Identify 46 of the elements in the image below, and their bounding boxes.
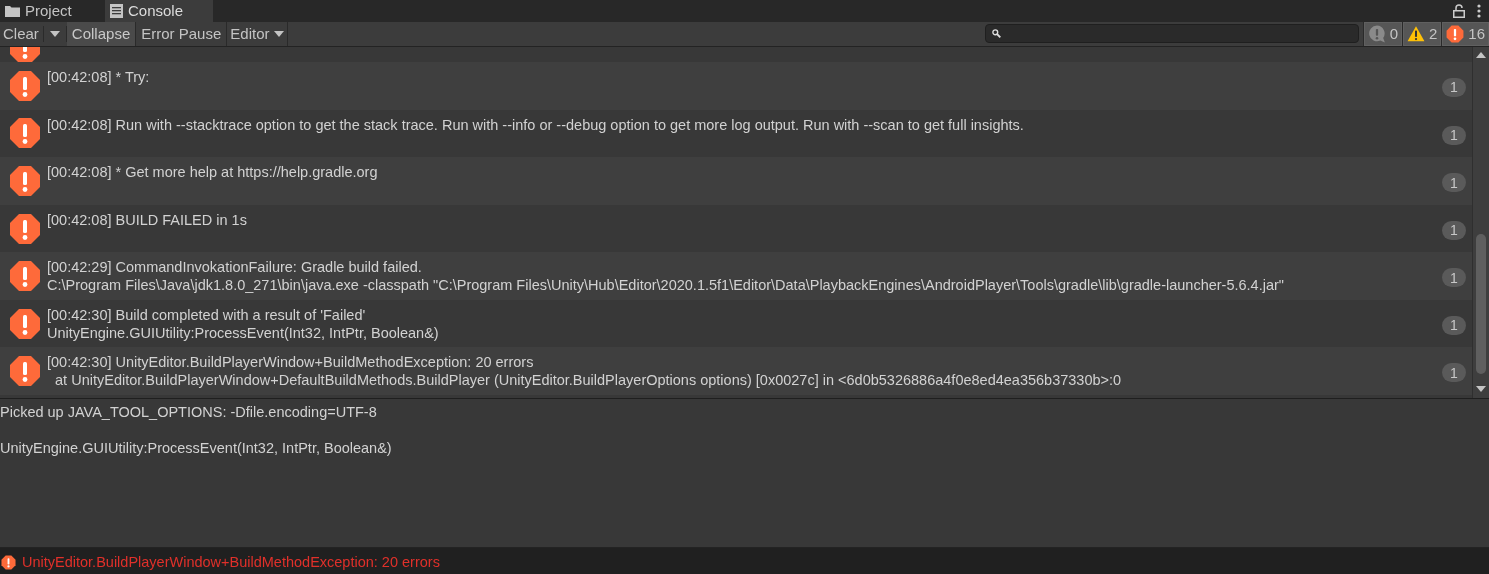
- count-badge: 1: [1442, 315, 1466, 335]
- count-badge: 1: [1442, 220, 1466, 240]
- count-badge: 1: [1442, 268, 1466, 288]
- tab[interactable]: Project: [0, 0, 103, 22]
- error-icon: [1, 554, 16, 570]
- tab[interactable]: Console: [105, 0, 213, 22]
- count-badge: 1: [1442, 363, 1466, 383]
- error-icon: [9, 69, 41, 102]
- info-icon: [1367, 24, 1386, 43]
- filter-toggle[interactable]: 16: [1441, 21, 1489, 46]
- warning-icon: [1406, 24, 1425, 43]
- log-message: [00:42:08] BUILD FAILED in 1s: [47, 210, 247, 229]
- detail-text: Picked up JAVA_TOOL_OPTIONS: -Dfile.encoding=UTF-8: [0, 403, 377, 422]
- scroll-down-icon[interactable]: [1476, 386, 1486, 393]
- count-badge: 1: [1442, 125, 1466, 145]
- log-message: [00:42:29] CommandInvokationFailure: Gradle build failed. C:\Program Files\Java\jdk1.8.0_271\bin\java.exe -classpath "C:\Program Files\Unity\Hub\Editor\2020.1.5f1\Editor\Data\PlaybackEngines\AndroidPlayer\Tools\gradle\lib\gradle-launcher-5.6.4.jar": [47, 258, 1284, 295]
- more-icon[interactable]: [1477, 4, 1481, 18]
- log-message: [00:42:30] Build completed with a result of 'Failed' UnityEngine.GUIUtility:ProcessEvent(Int32, IntPtr, Boolean&): [47, 305, 439, 342]
- detail-text: UnityEngine.GUIUtility:ProcessEvent(Int32, IntPtr, Boolean&): [0, 439, 392, 458]
- status-message: UnityEditor.BuildPlayerWindow+BuildMethodException: 20 errors: [22, 554, 440, 570]
- folder-icon: [5, 5, 20, 17]
- error-icon: [9, 117, 41, 150]
- log-message: [00:42:08] Run with --stacktrace option to get the stack trace. Run with --info or --debug option to get more log output. Run with --scan to get full insights.: [47, 115, 1024, 134]
- scrollbar[interactable]: [1472, 46, 1489, 399]
- caret-icon: [274, 30, 285, 37]
- error-icon: [9, 164, 41, 197]
- error-icon: [1446, 24, 1465, 43]
- caret-icon: [49, 30, 60, 37]
- count-badge: 1: [1442, 173, 1466, 193]
- scroll-thumb[interactable]: [1476, 233, 1486, 374]
- search-icon: [991, 28, 1001, 38]
- error-icon: [9, 212, 41, 245]
- error-icon: [9, 260, 41, 293]
- dropdown-button[interactable]: [42, 25, 67, 42]
- search-field[interactable]: [984, 23, 1359, 43]
- count-badge: 1: [1442, 77, 1466, 97]
- filter-toggle[interactable]: 0: [1362, 21, 1402, 46]
- log-message: [00:42:08] * Get more help at https://help.gradle.org: [47, 163, 378, 182]
- error-icon: [9, 307, 41, 340]
- lock-icon[interactable]: [1453, 4, 1465, 18]
- console-icon: [110, 4, 123, 18]
- log-message: [00:42:30] UnityEditor.BuildPlayerWindow+BuildMethodException: 20 errors at UnityEditor.BuildPlayerWindow+DefaultBuildMethods.BuildPlayer (UnityEditor.BuildPlayerOptions options) [0x0027c] in <6d0b5326886a4f0e8ed4ea356b37330b>:0: [47, 353, 1122, 390]
- log-message: [00:42:08] * Try:: [47, 67, 150, 86]
- error-icon: [9, 355, 41, 388]
- toggle-button[interactable]: Collapse: [66, 21, 137, 46]
- scroll-up-icon[interactable]: [1476, 51, 1486, 58]
